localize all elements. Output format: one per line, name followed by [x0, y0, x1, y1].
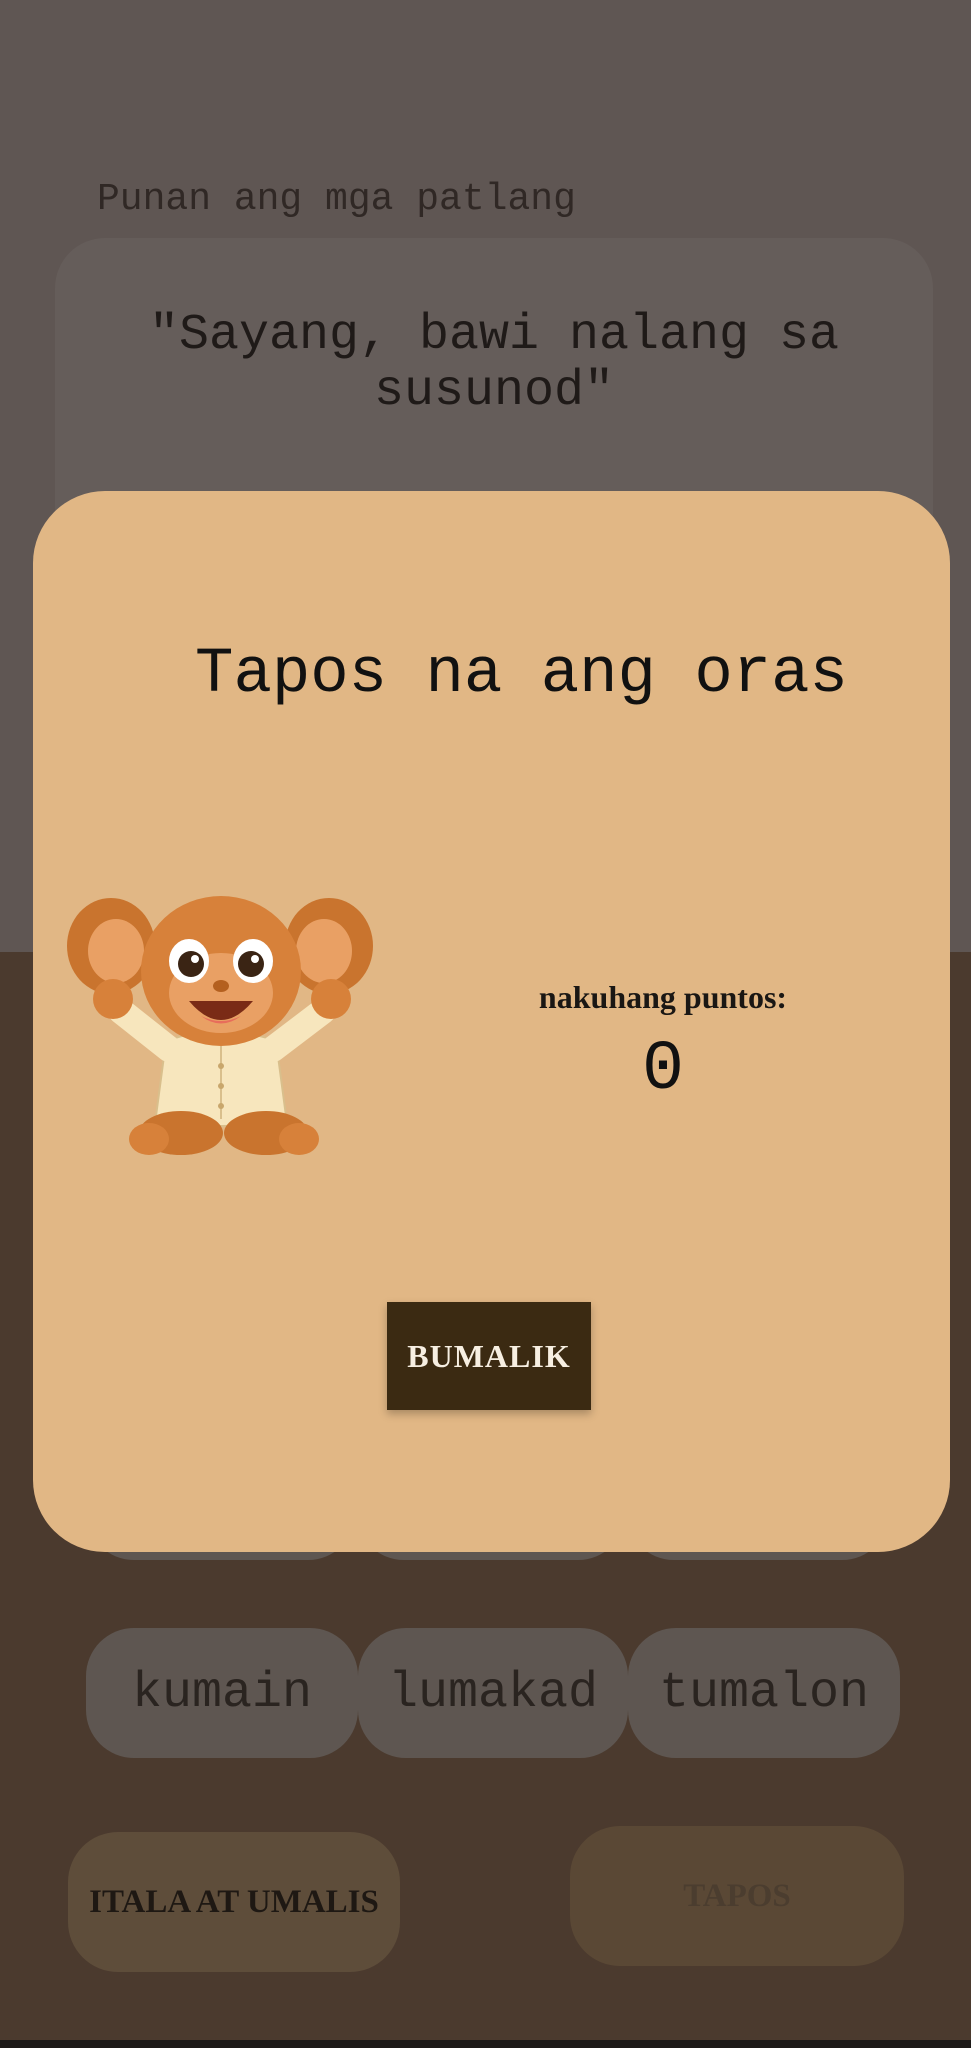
sentence-text: "Sayang, bawi nalang sa susunod"	[148, 307, 840, 420]
back-button[interactable]: BUMALIK	[387, 1302, 591, 1410]
score-value: 0	[641, 1031, 684, 1110]
finish-button[interactable]: TAPOS	[570, 1826, 904, 1966]
game-screen: Punan ang mga patlang "Sayang, bawi nala…	[0, 0, 971, 2048]
dialog-title: Tapos na ang oras	[195, 639, 848, 711]
choice-button-1[interactable]: kumain	[86, 1628, 358, 1758]
choice-button-3[interactable]: tumalon	[628, 1628, 900, 1758]
mascot-character-icon	[61, 881, 381, 1171]
choice-button-2[interactable]: lumakad	[358, 1628, 628, 1758]
system-nav-bar	[0, 2040, 971, 2048]
score-label: nakuhang puntos:	[538, 979, 788, 1015]
time-up-dialog: Tapos na ang oras nakuhang puntos: 0 BUM…	[33, 491, 950, 1552]
instruction-text: Punan ang mga patlang	[97, 178, 576, 221]
save-and-exit-button[interactable]: ITALA AT UMALIS	[68, 1832, 400, 1972]
